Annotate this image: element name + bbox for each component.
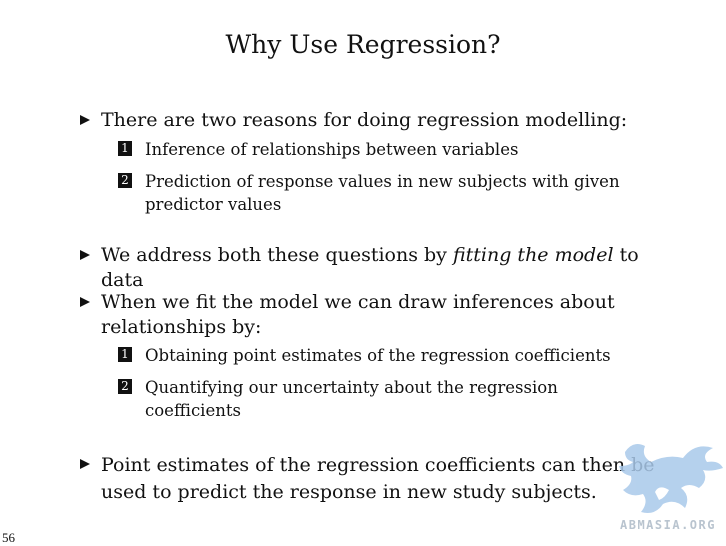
slide-title: Why Use Regression? (225, 30, 501, 59)
number-badge: 2 (118, 379, 132, 394)
bullet-text: We address both these questions by fitti… (101, 243, 681, 293)
number-badge: 1 (118, 347, 132, 362)
bullet-triangle-icon (80, 250, 90, 260)
bullet-text: Point estimates of the regression coeffi… (101, 454, 655, 503)
subitem-text: Obtaining point estimates of the regress… (145, 346, 611, 365)
page-number: 56 (2, 530, 15, 545)
bullet-text-emphasis: fitting the model (452, 244, 614, 266)
bullet-triangle-icon (80, 459, 90, 469)
bullet-triangle-icon (80, 297, 90, 307)
bullet-text: When we fit the model we can draw infere… (101, 291, 615, 338)
subitem-text: Quantifying our uncertainty about the re… (145, 378, 558, 420)
watermark-text: ABMASIA.ORG (620, 518, 716, 532)
bullet-text-part: We address both these questions by (101, 244, 453, 266)
number-badge: 1 (118, 141, 132, 156)
subitem-text: Inference of relationships between varia… (145, 140, 519, 159)
number-badge: 2 (118, 173, 132, 188)
bullet-triangle-icon (80, 115, 90, 125)
bullet-text: There are two reasons for doing regressi… (101, 109, 628, 131)
subitem-text: Prediction of response values in new sub… (145, 172, 620, 214)
